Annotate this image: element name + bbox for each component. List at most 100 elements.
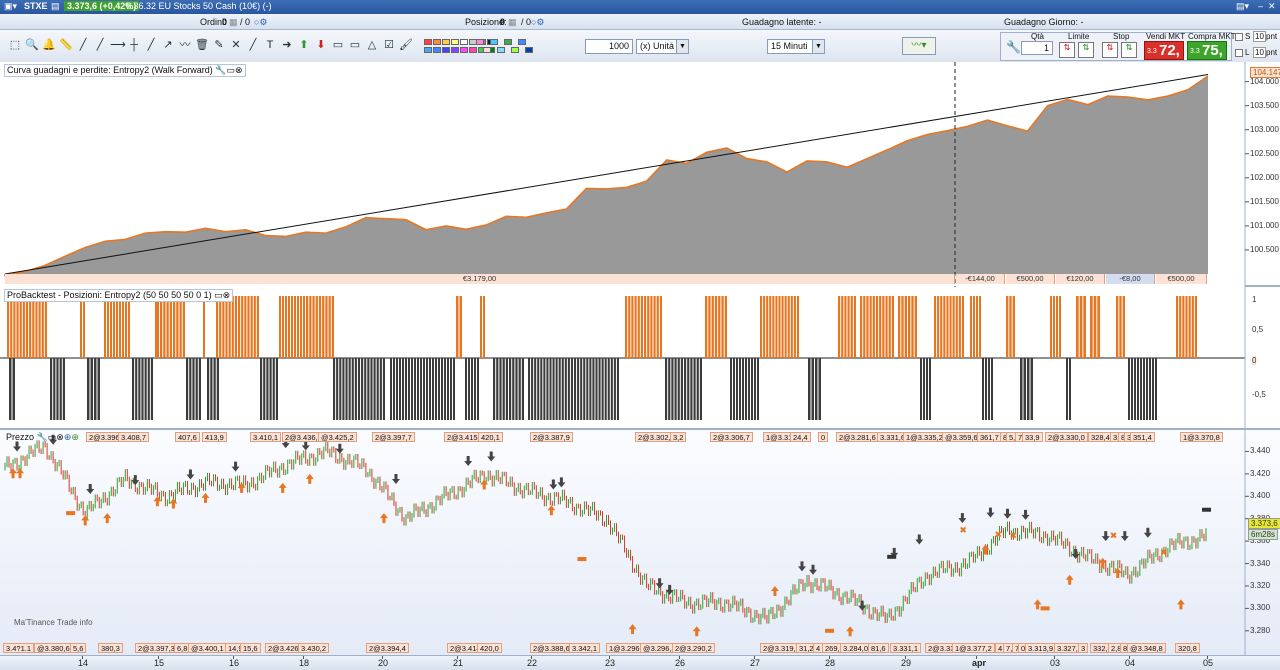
maximize-icon[interactable]: ▭ (214, 290, 223, 300)
wrench-icon[interactable]: 🔧 (37, 432, 48, 442)
app-menu-icon[interactable]: ▣▾ (4, 1, 17, 12)
long-position-bar (760, 296, 763, 358)
info-icon[interactable]: ▤ (51, 1, 60, 12)
delete-icon[interactable]: 🗑 (195, 38, 209, 52)
ruler-icon[interactable]: 📏 (59, 38, 73, 52)
color-swatch[interactable] (451, 39, 459, 45)
time-axis-tick (1129, 656, 1130, 659)
close-icon[interactable]: ⊗ (56, 432, 64, 442)
color-swatch[interactable] (483, 47, 491, 53)
short-position-bar (687, 358, 690, 420)
l-value[interactable]: 10 (1253, 47, 1266, 58)
maximize-icon[interactable]: ▭ (48, 432, 57, 442)
box-icon[interactable]: ▭ (348, 38, 362, 52)
color-swatch[interactable] (442, 47, 450, 53)
color-swatch[interactable] (511, 47, 519, 53)
quantity-field[interactable]: 1000 (585, 39, 633, 54)
timeframe-select[interactable]: 15 Minuti ▼ (767, 39, 825, 54)
close-icon[interactable]: ⊗ (223, 290, 231, 300)
fibonacci-icon[interactable]: ↗ (161, 38, 175, 52)
position-link-icon[interactable]: ○⚙ (531, 17, 545, 28)
short-position-bar (808, 358, 811, 420)
stop-sell-button[interactable]: ⇅ (1102, 42, 1118, 58)
select-icon[interactable]: ⬚ (8, 38, 22, 52)
position-icon[interactable]: ▦ (508, 17, 517, 28)
long-position-bar (904, 296, 907, 358)
color-swatch[interactable] (460, 39, 468, 45)
color-swatch[interactable] (525, 47, 533, 53)
equity-panel[interactable]: Curva guadagni e perdite: Entropy2 (Walk… (0, 62, 1280, 287)
color-swatch[interactable] (504, 39, 512, 45)
color-swatch[interactable] (497, 47, 505, 53)
color-swatch[interactable] (424, 47, 432, 53)
color-swatch[interactable] (433, 47, 441, 53)
wave-icon[interactable]: 〰 (178, 38, 192, 52)
l-label: L (1245, 48, 1250, 57)
cross-icon[interactable]: ✕ (229, 38, 243, 52)
orders-value: 0 (222, 17, 228, 27)
stop-buy-button[interactable]: ⇅ (1121, 42, 1137, 58)
time-axis-tick (457, 656, 458, 659)
wrench-icon[interactable]: 🔧 (215, 65, 226, 75)
trend-icon[interactable]: ╱ (246, 38, 260, 52)
s-checkbox[interactable] (1235, 33, 1243, 41)
long-position-bar (724, 296, 727, 358)
color-swatch[interactable] (476, 39, 484, 45)
color-swatch[interactable] (518, 39, 526, 45)
limit-sell-button[interactable]: ⇅ (1059, 42, 1075, 58)
time-axis[interactable]: 14 15 16 18 20 21 22 23 26 27 28 29 apr 03 04 05 (0, 655, 1280, 670)
color-swatch[interactable] (460, 47, 468, 53)
unit-select[interactable]: (x) Unità ▼ (636, 39, 689, 54)
alert-icon[interactable]: 🔔 (42, 38, 56, 52)
qty-input[interactable]: 1 (1021, 41, 1053, 55)
segment-icon[interactable]: ╱ (93, 38, 107, 52)
orders-link-icon[interactable]: ○⚙ (254, 17, 268, 28)
short-position-bar (141, 358, 144, 420)
zoom-icon[interactable]: 🔍 (25, 38, 39, 52)
price-panel[interactable]: Prezzo 🔧▭⊗⊕⊕ ✖✖✖✖✖ 3.4403.4203.4003.3803… (0, 430, 1280, 655)
horizontal-line-icon[interactable]: ⟶ (110, 38, 126, 52)
rectangle-icon[interactable]: ▭ (331, 38, 345, 52)
positions-panel[interactable]: ProBacktest - Posizioni: Entropy2 (50 50… (0, 287, 1280, 430)
maximize-icon[interactable]: ▭ (227, 65, 236, 75)
draw-icon[interactable]: ✎ (212, 38, 226, 52)
long-position-bar (772, 296, 775, 358)
window-menu-icon[interactable]: ▤▾ (1236, 1, 1249, 12)
brush-icon[interactable]: 🖌 (399, 38, 413, 52)
buy-mkt-button[interactable]: 3.3 75, (1187, 41, 1227, 60)
short-position-bar (1023, 358, 1026, 420)
minimize-icon[interactable]: – (1258, 1, 1263, 11)
indicator-button[interactable]: 〰▾ (902, 37, 936, 55)
text-icon[interactable]: T (263, 38, 277, 52)
long-position-bar (38, 296, 41, 358)
channel-icon[interactable]: ╱ (144, 38, 158, 52)
close-icon[interactable]: ⊗ (235, 65, 243, 75)
wrench-icon[interactable]: 🔧 (1006, 40, 1021, 54)
settings-icon[interactable]: ⊕ (71, 432, 79, 442)
color-swatch[interactable] (469, 47, 477, 53)
check-icon[interactable]: ☑ (382, 38, 396, 52)
long-position-bar (1185, 296, 1188, 358)
vertical-line-icon[interactable]: ┼ (127, 38, 141, 52)
up-arrow-icon[interactable]: ⬆ (297, 38, 311, 52)
color-swatch[interactable] (451, 47, 459, 53)
down-arrow-icon[interactable]: ⬇ (314, 38, 328, 52)
triangle-icon[interactable]: △ (365, 38, 379, 52)
color-swatch[interactable] (433, 39, 441, 45)
arrow-icon[interactable]: ➜ (280, 38, 294, 52)
limit-buy-button[interactable]: ⇅ (1078, 42, 1094, 58)
orders-icon[interactable]: ▦ (229, 17, 238, 28)
line-icon[interactable]: ╱ (76, 38, 90, 52)
buy-arrow-marker (628, 624, 637, 635)
s-value[interactable]: 10 (1253, 31, 1266, 42)
color-swatch[interactable] (424, 39, 432, 45)
short-position-bar (1137, 358, 1139, 420)
short-position-bar (546, 358, 549, 420)
sell-mkt-button[interactable]: 3.3 72, (1144, 41, 1184, 60)
short-position-bar (269, 358, 272, 420)
color-swatch[interactable] (490, 39, 498, 45)
close-icon[interactable]: ✕ (1268, 1, 1276, 12)
color-swatch[interactable] (442, 39, 450, 45)
symbol-label[interactable]: STXE (24, 1, 48, 11)
l-checkbox[interactable] (1235, 49, 1243, 57)
